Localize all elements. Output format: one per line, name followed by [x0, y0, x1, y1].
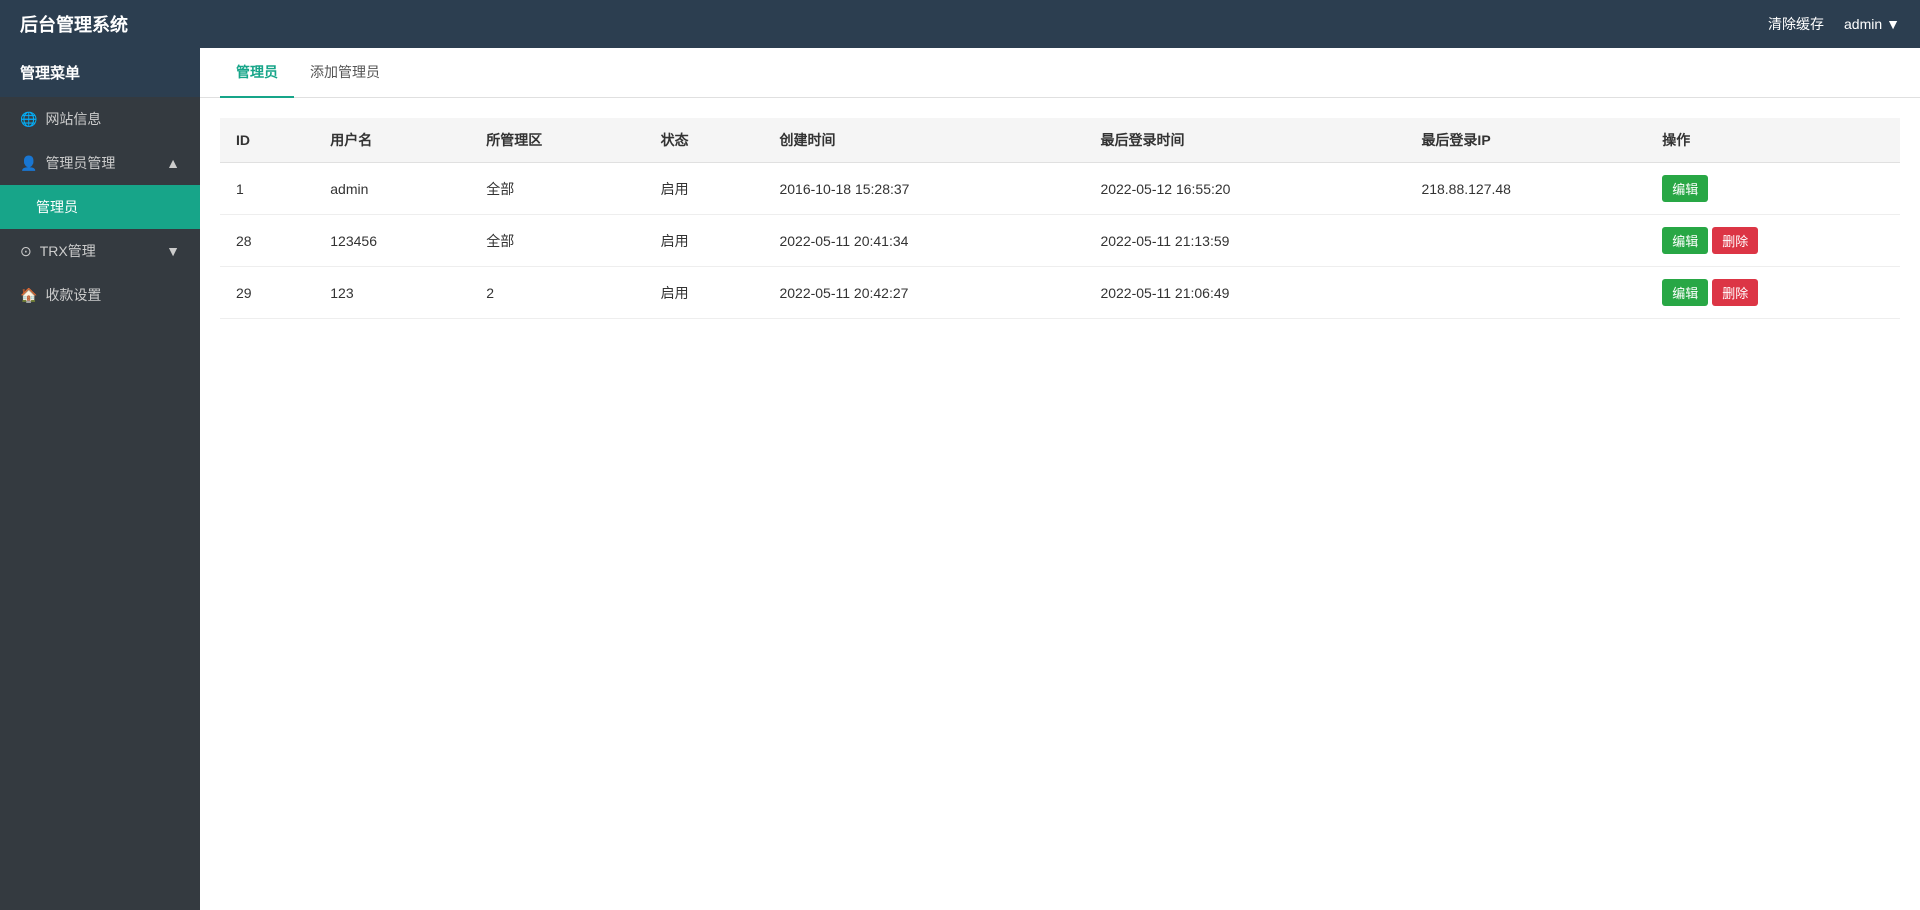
cell-last-login-time: 2022-05-12 16:55:20 [1084, 163, 1405, 215]
cell-created-time: 2016-10-18 15:28:37 [763, 163, 1084, 215]
table-row: 1admin全部启用2016-10-18 15:28:372022-05-12 … [220, 163, 1900, 215]
sidebar-item-label: 网站信息 [45, 109, 101, 129]
col-created-time: 创建时间 [763, 118, 1084, 163]
sidebar-item-payment-settings[interactable]: 🏠 收款设置 [0, 273, 200, 317]
chevron-down-icon: ▼ [166, 243, 180, 259]
cell-operation: 编辑删除 [1646, 215, 1900, 267]
cell-managed-area: 全部 [470, 163, 644, 215]
col-status: 状态 [645, 118, 764, 163]
table-area: ID 用户名 所管理区 状态 创建时间 最后登录时间 最后登录IP 操作 1ad… [200, 98, 1920, 339]
home-icon: 🏠 [20, 287, 37, 304]
cell-status: 启用 [645, 215, 764, 267]
col-last-login-time: 最后登录时间 [1084, 118, 1405, 163]
cell-last-login-ip: 218.88.127.48 [1405, 163, 1646, 215]
clear-cache-button[interactable]: 清除缓存 [1768, 14, 1824, 34]
sidebar-item-admin-manage[interactable]: 👤 管理员管理 ▲ [0, 141, 200, 185]
main-content: 管理员 添加管理员 ID 用户名 所管理区 状态 创建时间 最后登录时间 最后登… [200, 48, 1920, 910]
cell-id: 28 [220, 215, 314, 267]
sidebar-menu-label: 管理菜单 [0, 48, 200, 97]
cell-operation: 编辑删除 [1646, 267, 1900, 319]
sidebar-item-admin[interactable]: 管理员 [0, 185, 200, 229]
cell-managed-area: 全部 [470, 215, 644, 267]
cell-username: 123 [314, 267, 470, 319]
cell-id: 1 [220, 163, 314, 215]
sidebar-item-website-info[interactable]: 🌐 网站信息 [0, 97, 200, 141]
delete-button[interactable]: 删除 [1712, 227, 1758, 254]
col-last-login-ip: 最后登录IP [1405, 118, 1646, 163]
cell-id: 29 [220, 267, 314, 319]
trx-icon: ⊙ [20, 243, 32, 260]
cell-managed-area: 2 [470, 267, 644, 319]
cell-operation: 编辑 [1646, 163, 1900, 215]
chevron-up-icon: ▲ [166, 155, 180, 171]
col-operation: 操作 [1646, 118, 1900, 163]
edit-button[interactable]: 编辑 [1662, 279, 1708, 306]
sidebar: 管理菜单 🌐 网站信息 👤 管理员管理 ▲ 管理员 ⊙ TRX管理 ▼ [0, 48, 200, 910]
dropdown-arrow-icon: ▼ [1886, 16, 1900, 32]
col-username: 用户名 [314, 118, 470, 163]
user-icon: 👤 [20, 155, 37, 172]
username-label: admin [1844, 16, 1882, 32]
sidebar-item-label: TRX管理 [40, 241, 96, 261]
table-row: 291232启用2022-05-11 20:42:272022-05-11 21… [220, 267, 1900, 319]
sidebar-item-trx-manage[interactable]: ⊙ TRX管理 ▼ [0, 229, 200, 273]
col-managed-area: 所管理区 [470, 118, 644, 163]
user-dropdown[interactable]: admin ▼ [1844, 16, 1900, 32]
cell-username: 123456 [314, 215, 470, 267]
layout: 管理菜单 🌐 网站信息 👤 管理员管理 ▲ 管理员 ⊙ TRX管理 ▼ [0, 48, 1920, 910]
cell-status: 启用 [645, 267, 764, 319]
col-id: ID [220, 118, 314, 163]
sidebar-item-label: 收款设置 [45, 285, 101, 305]
tabs: 管理员 添加管理员 [200, 48, 1920, 98]
cell-created-time: 2022-05-11 20:41:34 [763, 215, 1084, 267]
sidebar-item-label: 管理员管理 [45, 153, 115, 173]
tab-admin-list[interactable]: 管理员 [220, 48, 294, 98]
tab-add-admin[interactable]: 添加管理员 [294, 48, 396, 98]
header-right: 清除缓存 admin ▼ [1768, 14, 1900, 34]
header: 后台管理系统 清除缓存 admin ▼ [0, 0, 1920, 48]
cell-last-login-time: 2022-05-11 21:13:59 [1084, 215, 1405, 267]
cell-status: 启用 [645, 163, 764, 215]
app-title: 后台管理系统 [20, 11, 128, 37]
table-row: 28123456全部启用2022-05-11 20:41:342022-05-1… [220, 215, 1900, 267]
cell-username: admin [314, 163, 470, 215]
sidebar-item-label: 管理员 [36, 197, 78, 217]
cell-last-login-ip [1405, 215, 1646, 267]
globe-icon: 🌐 [20, 111, 37, 128]
delete-button[interactable]: 删除 [1712, 279, 1758, 306]
cell-last-login-time: 2022-05-11 21:06:49 [1084, 267, 1405, 319]
admin-table: ID 用户名 所管理区 状态 创建时间 最后登录时间 最后登录IP 操作 1ad… [220, 118, 1900, 319]
edit-button[interactable]: 编辑 [1662, 227, 1708, 254]
cell-last-login-ip [1405, 267, 1646, 319]
cell-created-time: 2022-05-11 20:42:27 [763, 267, 1084, 319]
table-header-row: ID 用户名 所管理区 状态 创建时间 最后登录时间 最后登录IP 操作 [220, 118, 1900, 163]
edit-button[interactable]: 编辑 [1662, 175, 1708, 202]
